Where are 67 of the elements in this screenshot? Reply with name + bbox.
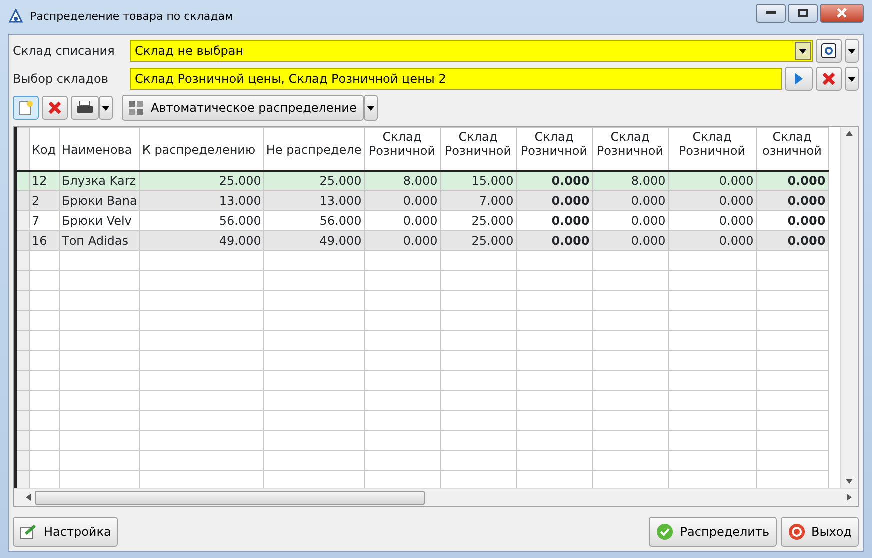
window-title: Распределение товара по складам	[30, 8, 234, 25]
table-cell: 0.000	[516, 190, 592, 210]
table-cell: 49.000	[264, 230, 364, 250]
caret-icon	[102, 106, 110, 110]
maximize-icon	[798, 9, 808, 17]
dropdown-button[interactable]	[845, 39, 859, 63]
table-cell: 25.000	[440, 230, 516, 250]
distribute-button[interactable]: Распределить	[649, 517, 777, 547]
cross-icon	[821, 71, 837, 87]
table-cell: 2	[30, 190, 60, 210]
close-button[interactable]	[820, 4, 864, 22]
table-cell: 0.000	[592, 190, 668, 210]
dropdown-button[interactable]	[364, 95, 378, 121]
table-cell: 13.000	[140, 190, 264, 210]
warehouses-field[interactable]: Склад Розничной цены, Склад Розничной цены 2	[130, 68, 782, 90]
table-cell: 49.000	[140, 230, 264, 250]
table-cell: 16	[30, 230, 60, 250]
caret-icon	[848, 76, 856, 82]
table-cell: 0.000	[592, 230, 668, 250]
table-cell: 0.000	[668, 230, 756, 250]
exit-button[interactable]: Выход	[780, 517, 859, 547]
refresh-icon	[821, 43, 837, 59]
table-cell: 0.000	[364, 230, 440, 250]
checkmark-icon	[656, 523, 674, 541]
dropdown-button[interactable]	[99, 96, 113, 120]
play-icon	[795, 73, 803, 85]
table-cell: 7.000	[440, 190, 516, 210]
warehouse-dropdown[interactable]: Склад не выбран	[130, 40, 813, 62]
vertical-scrollbar[interactable]	[840, 127, 858, 488]
print-button[interactable]	[71, 96, 99, 120]
caret-icon	[799, 48, 807, 54]
maximize-button[interactable]	[788, 4, 818, 22]
grid-icon	[129, 101, 143, 115]
scroll-up-icon[interactable]	[846, 131, 853, 136]
cross-icon	[47, 100, 63, 116]
auto-distribute-button[interactable]: Автоматическое распределение	[122, 95, 364, 121]
table-cell: 0.000	[756, 230, 828, 250]
printer-icon	[76, 101, 94, 115]
play-button[interactable]	[785, 67, 813, 91]
dropdown-button[interactable]	[845, 67, 859, 91]
refresh-button[interactable]	[816, 39, 842, 63]
minimize-icon	[766, 11, 776, 15]
app-icon	[8, 9, 24, 25]
horizontal-scrollbar[interactable]	[14, 488, 858, 506]
close-icon	[836, 8, 848, 18]
new-document-button[interactable]	[13, 96, 39, 120]
power-icon	[788, 523, 806, 541]
table-cell: 0.000	[516, 230, 592, 250]
field-label: Склад списания	[13, 43, 116, 60]
table-cell: 0.000	[668, 190, 756, 210]
delete-button[interactable]	[42, 96, 68, 120]
settings-button[interactable]: Настройка	[13, 517, 118, 547]
caret-icon	[848, 48, 856, 54]
table-cell: Брюки Bana	[60, 190, 140, 210]
scroll-left-icon[interactable]	[26, 494, 31, 501]
table-cell: 0.000	[756, 190, 828, 210]
table-cell: 0.000	[364, 190, 440, 210]
document-icon	[18, 100, 34, 116]
caret-icon	[366, 106, 375, 110]
scroll-right-icon[interactable]	[847, 494, 852, 501]
table-cell: 13.000	[264, 190, 364, 210]
scroll-down-icon[interactable]	[846, 479, 853, 484]
field-label: Выбор складов	[13, 71, 110, 88]
document-pencil-icon	[20, 524, 38, 540]
clear-button[interactable]	[816, 67, 842, 91]
table-cell: Топ Adidas	[60, 230, 140, 250]
minimize-button[interactable]	[756, 4, 786, 22]
